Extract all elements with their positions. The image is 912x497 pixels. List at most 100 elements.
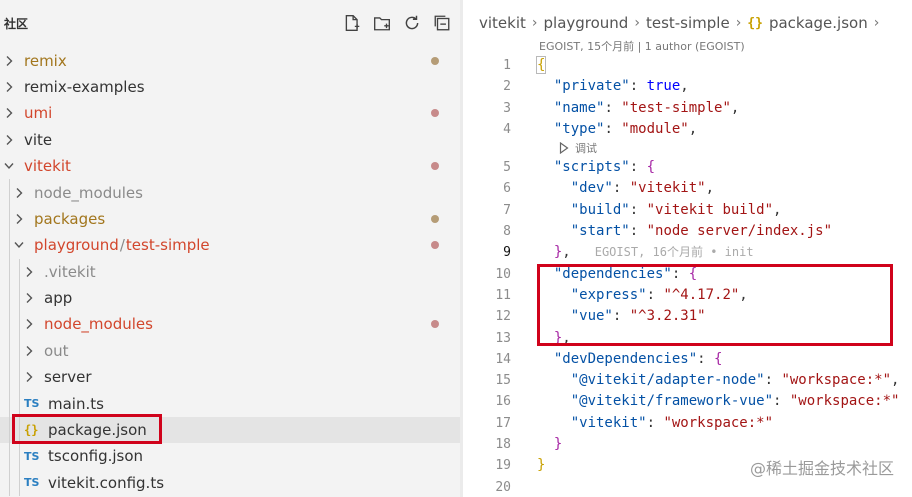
blame-header[interactable]: EGOIST, 15个月前 | 1 author (EGOIST)	[539, 38, 745, 54]
code-line[interactable]: "scripts": {	[537, 157, 899, 178]
file-item[interactable]: TS tsconfig.json	[0, 443, 460, 470]
indent-guide	[9, 469, 10, 497]
git-status-dot	[431, 109, 439, 118]
indent-guide	[9, 258, 10, 285]
breadcrumb-item[interactable]: test-simple	[646, 14, 730, 32]
chevron-right-icon[interactable]	[24, 344, 34, 358]
code-line[interactable]: "devDependencies": {	[537, 349, 899, 370]
code-token: {	[646, 159, 656, 176]
typescript-file-icon: TS	[24, 397, 40, 411]
tree-item-label: main.ts	[48, 394, 104, 413]
folder-item[interactable]: vitekit	[0, 153, 460, 179]
chevron-right-icon[interactable]	[14, 212, 24, 226]
code-line[interactable]: }	[537, 434, 899, 455]
chevron-right-icon: ›	[634, 15, 640, 31]
indent-guide	[9, 416, 10, 444]
codelens-label: 调试	[575, 142, 597, 156]
file-item[interactable]: {} package.json	[0, 416, 460, 444]
line-number: 9	[503, 245, 511, 261]
file-item[interactable]: TS vitekit.config.ts	[0, 469, 460, 497]
folder-item[interactable]: out	[0, 337, 460, 365]
code-token: :	[629, 201, 647, 218]
chevron-right-icon[interactable]	[14, 186, 24, 200]
chevron-right-icon[interactable]	[24, 291, 34, 305]
code-line[interactable]: "type": "module",	[537, 119, 899, 140]
indent-guide	[9, 311, 10, 338]
indent-guide	[19, 337, 20, 365]
code-token: "@vitekit/adapter-node"	[570, 372, 765, 389]
new-folder-icon[interactable]	[372, 13, 392, 33]
tree-item-label: tsconfig.json	[48, 447, 144, 466]
code-line[interactable]: "private": true,	[537, 76, 899, 97]
folder-item[interactable]: umi	[0, 100, 460, 126]
code-line[interactable]: "@vitekit/framework-vue": "workspace:*"	[537, 391, 900, 412]
code-token: "module"	[621, 120, 689, 137]
code-token: "devDependencies"	[553, 350, 698, 367]
code-token: "node server/index.js"	[646, 223, 833, 240]
chevron-right-icon[interactable]	[24, 265, 34, 279]
typescript-file-icon: TS	[24, 476, 40, 490]
chevron-down-icon[interactable]	[14, 238, 24, 252]
indent-guide	[9, 232, 10, 259]
tree-item-label: node_modules	[34, 183, 143, 202]
chevron-right-icon[interactable]	[4, 133, 14, 147]
collapse-all-icon[interactable]	[432, 13, 452, 33]
file-item[interactable]: TS main.ts	[0, 390, 460, 417]
code-token: :	[604, 99, 622, 116]
debug-codelens[interactable]: 调试	[537, 140, 899, 157]
line-number: 10	[495, 266, 511, 282]
code-token: {	[714, 350, 723, 367]
folder-item[interactable]: packages	[0, 205, 460, 233]
folder-item[interactable]: node_modules	[0, 311, 460, 338]
folder-item[interactable]: vite	[0, 127, 460, 153]
gutter-spacer	[463, 140, 511, 157]
breadcrumb-item[interactable]: playground	[544, 14, 629, 32]
refresh-icon[interactable]	[402, 13, 422, 33]
folder-item[interactable]: server	[0, 364, 460, 391]
chevron-right-icon[interactable]	[4, 106, 14, 120]
folder-item[interactable]: remix-examples	[0, 74, 460, 100]
chevron-right-icon[interactable]	[4, 80, 14, 94]
breadcrumb: vitekit › playground › test-simple › {} …	[479, 14, 879, 32]
indent-guide	[19, 258, 20, 285]
indent-guide	[19, 311, 20, 338]
chevron-right-icon: ›	[531, 15, 538, 31]
folder-item[interactable]: remix	[0, 47, 460, 73]
code-token: "type"	[553, 120, 605, 137]
code-line[interactable]: }, EGOIST, 16个月前 • init	[537, 242, 899, 263]
chevron-right-icon[interactable]	[24, 370, 34, 384]
tree-item-label: packages	[34, 209, 106, 228]
git-status-dot	[431, 320, 439, 329]
code-token: "build"	[570, 201, 630, 218]
new-file-icon[interactable]	[342, 13, 362, 33]
line-number: 14	[495, 351, 511, 367]
folder-item[interactable]: playground / test-simple	[0, 232, 460, 259]
code-line[interactable]: "dev": "vitekit",	[537, 178, 899, 199]
folder-item[interactable]: .vitekit	[0, 258, 460, 285]
chevron-down-icon[interactable]	[4, 159, 14, 173]
code-line[interactable]: "build": "vitekit build",	[537, 200, 899, 221]
code-line[interactable]: "name": "test-simple",	[537, 98, 899, 119]
folder-item[interactable]: app	[0, 284, 460, 312]
indent-guide	[19, 443, 20, 470]
code-token: ,	[773, 201, 782, 218]
chevron-right-icon[interactable]	[24, 317, 34, 331]
code-token: "workspace:*"	[663, 414, 774, 431]
folder-item[interactable]: node_modules	[0, 179, 460, 206]
code-line[interactable]: "@vitekit/adapter-node": "workspace:*",	[537, 370, 900, 391]
code-line[interactable]: {	[535, 55, 899, 76]
breadcrumb-item[interactable]: vitekit	[479, 14, 526, 32]
code-line[interactable]	[537, 477, 899, 497]
tree-item-label: vite	[24, 130, 53, 149]
code-line[interactable]: "vitekit": "workspace:*"	[537, 413, 899, 434]
chevron-right-icon[interactable]	[4, 54, 14, 68]
breadcrumb-item[interactable]: package.json	[769, 14, 868, 32]
watermark: @稀土掘金技术社区	[749, 459, 894, 478]
line-number: 5	[503, 160, 511, 176]
code-token: ,	[891, 372, 900, 389]
code-line[interactable]: "start": "node server/index.js"	[537, 221, 899, 242]
line-number: 1	[503, 58, 511, 73]
